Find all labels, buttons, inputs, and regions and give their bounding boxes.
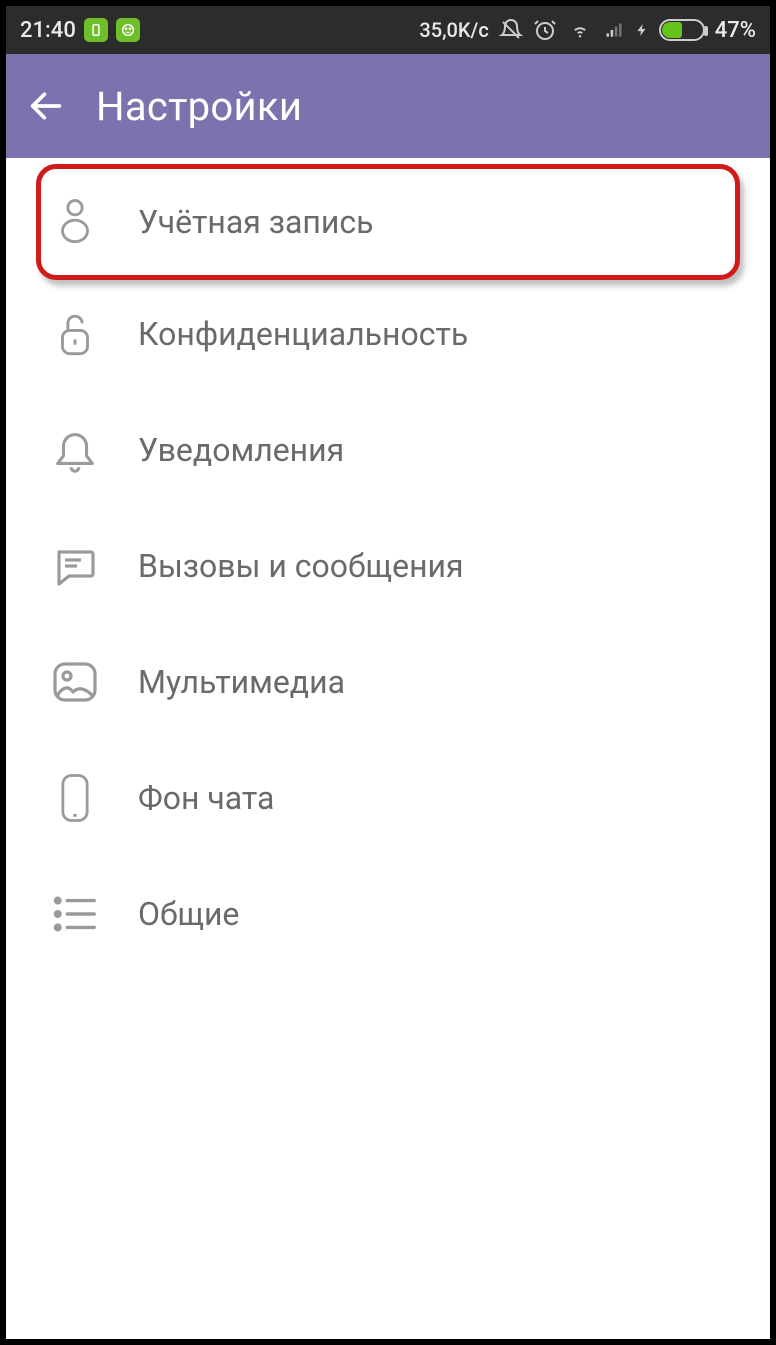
alarm-icon <box>533 18 557 42</box>
settings-item-label: Конфиденциальность <box>138 315 468 353</box>
settings-item-calls-messages[interactable]: Вызовы и сообщения <box>6 508 770 624</box>
settings-item-media[interactable]: Мультимедиа <box>6 624 770 740</box>
person-icon <box>48 195 102 249</box>
settings-item-label: Мультимедиа <box>138 663 345 701</box>
wifi-icon <box>567 20 593 40</box>
settings-item-notifications[interactable]: Уведомления <box>6 392 770 508</box>
settings-item-label: Общие <box>138 895 239 933</box>
status-bar: 21:40 35,0K/c <box>6 6 770 54</box>
do-not-disturb-icon <box>499 18 523 42</box>
back-button[interactable] <box>24 84 68 128</box>
settings-item-privacy[interactable]: Конфиденциальность <box>6 276 770 392</box>
phone-outline-icon <box>48 771 102 825</box>
signal-icon <box>603 20 625 40</box>
media-icon <box>48 655 102 709</box>
settings-item-label: Фон чата <box>138 779 274 817</box>
settings-item-general[interactable]: Общие <box>6 856 770 972</box>
battery-icon <box>659 19 705 41</box>
status-right: 35,0K/c 47% <box>419 18 756 43</box>
status-app-badge-1 <box>84 18 108 42</box>
app-bar: Настройки <box>6 54 770 158</box>
lock-icon <box>48 307 102 361</box>
settings-item-chat-background[interactable]: Фон чата <box>6 740 770 856</box>
status-app-badge-2 <box>116 18 140 42</box>
chat-icon <box>48 539 102 593</box>
bell-icon <box>48 423 102 477</box>
settings-item-label: Учётная запись <box>138 203 373 241</box>
settings-list: Учётная запись Конфиденциальность Уведом… <box>6 158 770 974</box>
settings-item-account[interactable]: Учётная запись <box>36 164 740 280</box>
settings-item-label: Вызовы и сообщения <box>138 547 464 585</box>
arrow-left-icon <box>26 86 66 126</box>
status-battery-pct: 47% <box>715 18 756 43</box>
status-net-speed: 35,0K/c <box>419 18 488 42</box>
page-title: Настройки <box>96 83 302 130</box>
bolt-icon <box>635 19 649 41</box>
list-icon <box>48 887 102 941</box>
status-time: 21:40 <box>20 18 76 43</box>
device-frame: 21:40 35,0K/c <box>0 0 776 1345</box>
status-left: 21:40 <box>20 18 140 43</box>
settings-item-label: Уведомления <box>138 431 344 469</box>
